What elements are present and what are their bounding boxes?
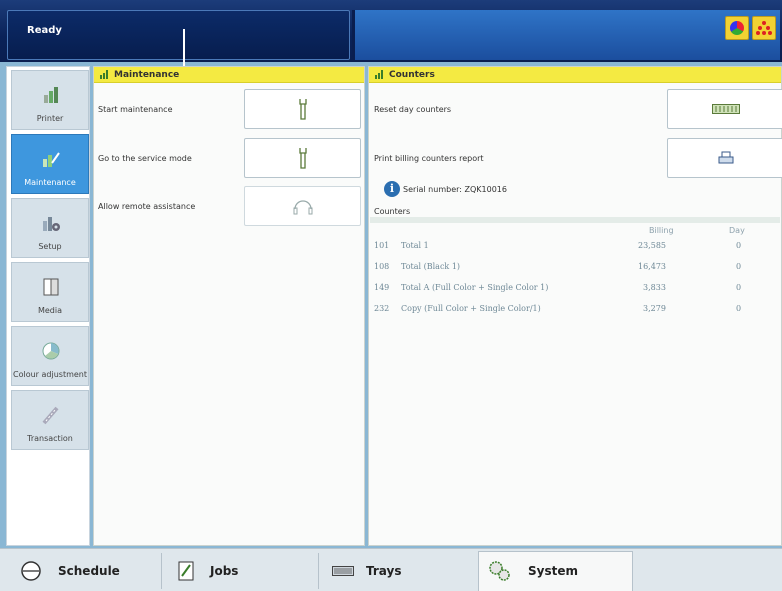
start-maintenance-button[interactable]	[244, 89, 361, 129]
tab-divider	[161, 553, 162, 589]
reset-day-counters-button[interactable]	[667, 89, 782, 129]
counter-id: 108	[374, 262, 390, 271]
sidebar-item-setup[interactable]: Setup	[11, 198, 89, 258]
counters-title: Counters	[389, 69, 435, 80]
day-value: 0	[736, 241, 742, 250]
sidebar-item-label: Maintenance	[24, 178, 76, 187]
counter-name: Copy (Full Color + Single Color/1)	[401, 304, 541, 313]
day-value: 0	[736, 262, 742, 271]
bottom-tab-bar: Schedule Jobs Trays System	[0, 548, 782, 591]
day-value: 0	[736, 283, 742, 292]
wrench-icon	[298, 99, 307, 120]
counters-header: Counters	[369, 67, 781, 83]
sidebar-item-media[interactable]: Media	[11, 262, 89, 322]
jobs-icon	[178, 561, 194, 581]
billing-value: 3,279	[643, 304, 666, 313]
print-billing-report-button[interactable]	[667, 138, 782, 178]
tab-label: Jobs	[210, 564, 239, 578]
counters-section-label: Counters	[374, 207, 411, 216]
tab-label: Schedule	[58, 564, 120, 578]
status-panel: Ready	[7, 10, 350, 67]
reset-day-counters-label: Reset day counters	[374, 105, 452, 114]
color-palette-icon[interactable]	[725, 16, 749, 40]
table-row: 232 Copy (Full Color + Single Color/1) 3…	[374, 304, 774, 318]
media-icon	[43, 278, 59, 296]
service-mode-label: Go to the service mode	[98, 154, 192, 163]
sidebar-item-maintenance[interactable]: Maintenance	[11, 134, 89, 194]
maintenance-icon	[43, 152, 60, 167]
dots-pattern-icon[interactable]	[752, 16, 776, 40]
billing-column-header: Billing	[649, 226, 674, 235]
bar-chart-icon	[100, 70, 110, 79]
table-row: 149 Total A (Full Color + Single Color 1…	[374, 283, 774, 297]
schedule-icon	[21, 561, 41, 581]
sidebar-item-label: Printer	[36, 114, 64, 123]
tab-system[interactable]: System	[488, 553, 578, 589]
start-maintenance-label: Start maintenance	[98, 105, 173, 114]
counter-name: Total 1	[401, 241, 429, 250]
counter-name: Total (Black 1)	[401, 262, 461, 271]
tab-divider	[318, 553, 319, 589]
headset-icon	[293, 200, 312, 215]
status-text: Ready	[27, 25, 62, 36]
tab-trays[interactable]: Trays	[332, 553, 401, 589]
day-value: 0	[736, 304, 742, 313]
counter-name: Total A (Full Color + Single Color 1)	[401, 283, 549, 292]
info-icon: i	[384, 181, 400, 197]
billing-value: 16,473	[638, 262, 666, 271]
counter-reset-icon	[711, 104, 740, 114]
tab-jobs[interactable]: Jobs	[178, 553, 238, 589]
billing-value: 23,585	[638, 241, 666, 250]
sidebar-item-label: Media	[37, 306, 63, 315]
remote-assistance-label: Allow remote assistance	[98, 202, 196, 211]
sidebar-item-colour-adjustment[interactable]: Colour adjustment	[11, 326, 89, 386]
remote-assistance-button[interactable]	[244, 186, 361, 226]
top-status-bar: Ready	[0, 0, 782, 67]
status-divider	[183, 29, 185, 67]
bar-chart-icon	[375, 70, 385, 79]
transaction-icon	[42, 406, 59, 425]
counter-id: 101	[374, 241, 390, 250]
service-mode-button[interactable]	[244, 138, 361, 178]
table-row: 108 Total (Black 1) 16,473 0	[374, 262, 774, 276]
sidebar-nav: Printer Maintenance Setup Media Colour a…	[6, 66, 90, 546]
sidebar-item-printer[interactable]: Printer	[11, 70, 89, 130]
system-gears-icon	[489, 561, 510, 581]
day-column-header: Day	[729, 226, 745, 235]
billing-value: 3,833	[643, 283, 666, 292]
sidebar-item-label: Colour adjustment	[13, 370, 87, 379]
maintenance-title: Maintenance	[114, 69, 180, 80]
section-divider	[370, 217, 780, 223]
sidebar-item-label: Transaction	[27, 434, 73, 443]
colour-adjustment-icon	[42, 342, 60, 360]
tab-label: Trays	[366, 564, 402, 578]
tab-label: System	[528, 564, 578, 578]
counter-id: 149	[374, 283, 390, 292]
status-area-right	[352, 10, 780, 60]
serial-number: Serial number: ZQK10016	[403, 185, 507, 194]
printer-icon	[44, 87, 58, 103]
tab-schedule[interactable]: Schedule	[20, 553, 120, 589]
print-billing-report-label: Print billing counters report	[374, 154, 484, 163]
maintenance-panel: Maintenance Start maintenance Go to the …	[93, 66, 365, 546]
trays-icon	[332, 566, 354, 576]
sidebar-item-transaction[interactable]: Transaction	[11, 390, 89, 450]
print-icon	[718, 151, 733, 164]
counters-panel: Counters Reset day counters Print billin…	[368, 66, 782, 546]
counter-id: 232	[374, 304, 390, 313]
setup-icon	[43, 217, 60, 231]
sidebar-item-label: Setup	[38, 242, 62, 251]
wrench-icon	[298, 148, 307, 169]
table-row: 101 Total 1 23,585 0	[374, 241, 774, 255]
maintenance-header: Maintenance	[94, 67, 364, 83]
